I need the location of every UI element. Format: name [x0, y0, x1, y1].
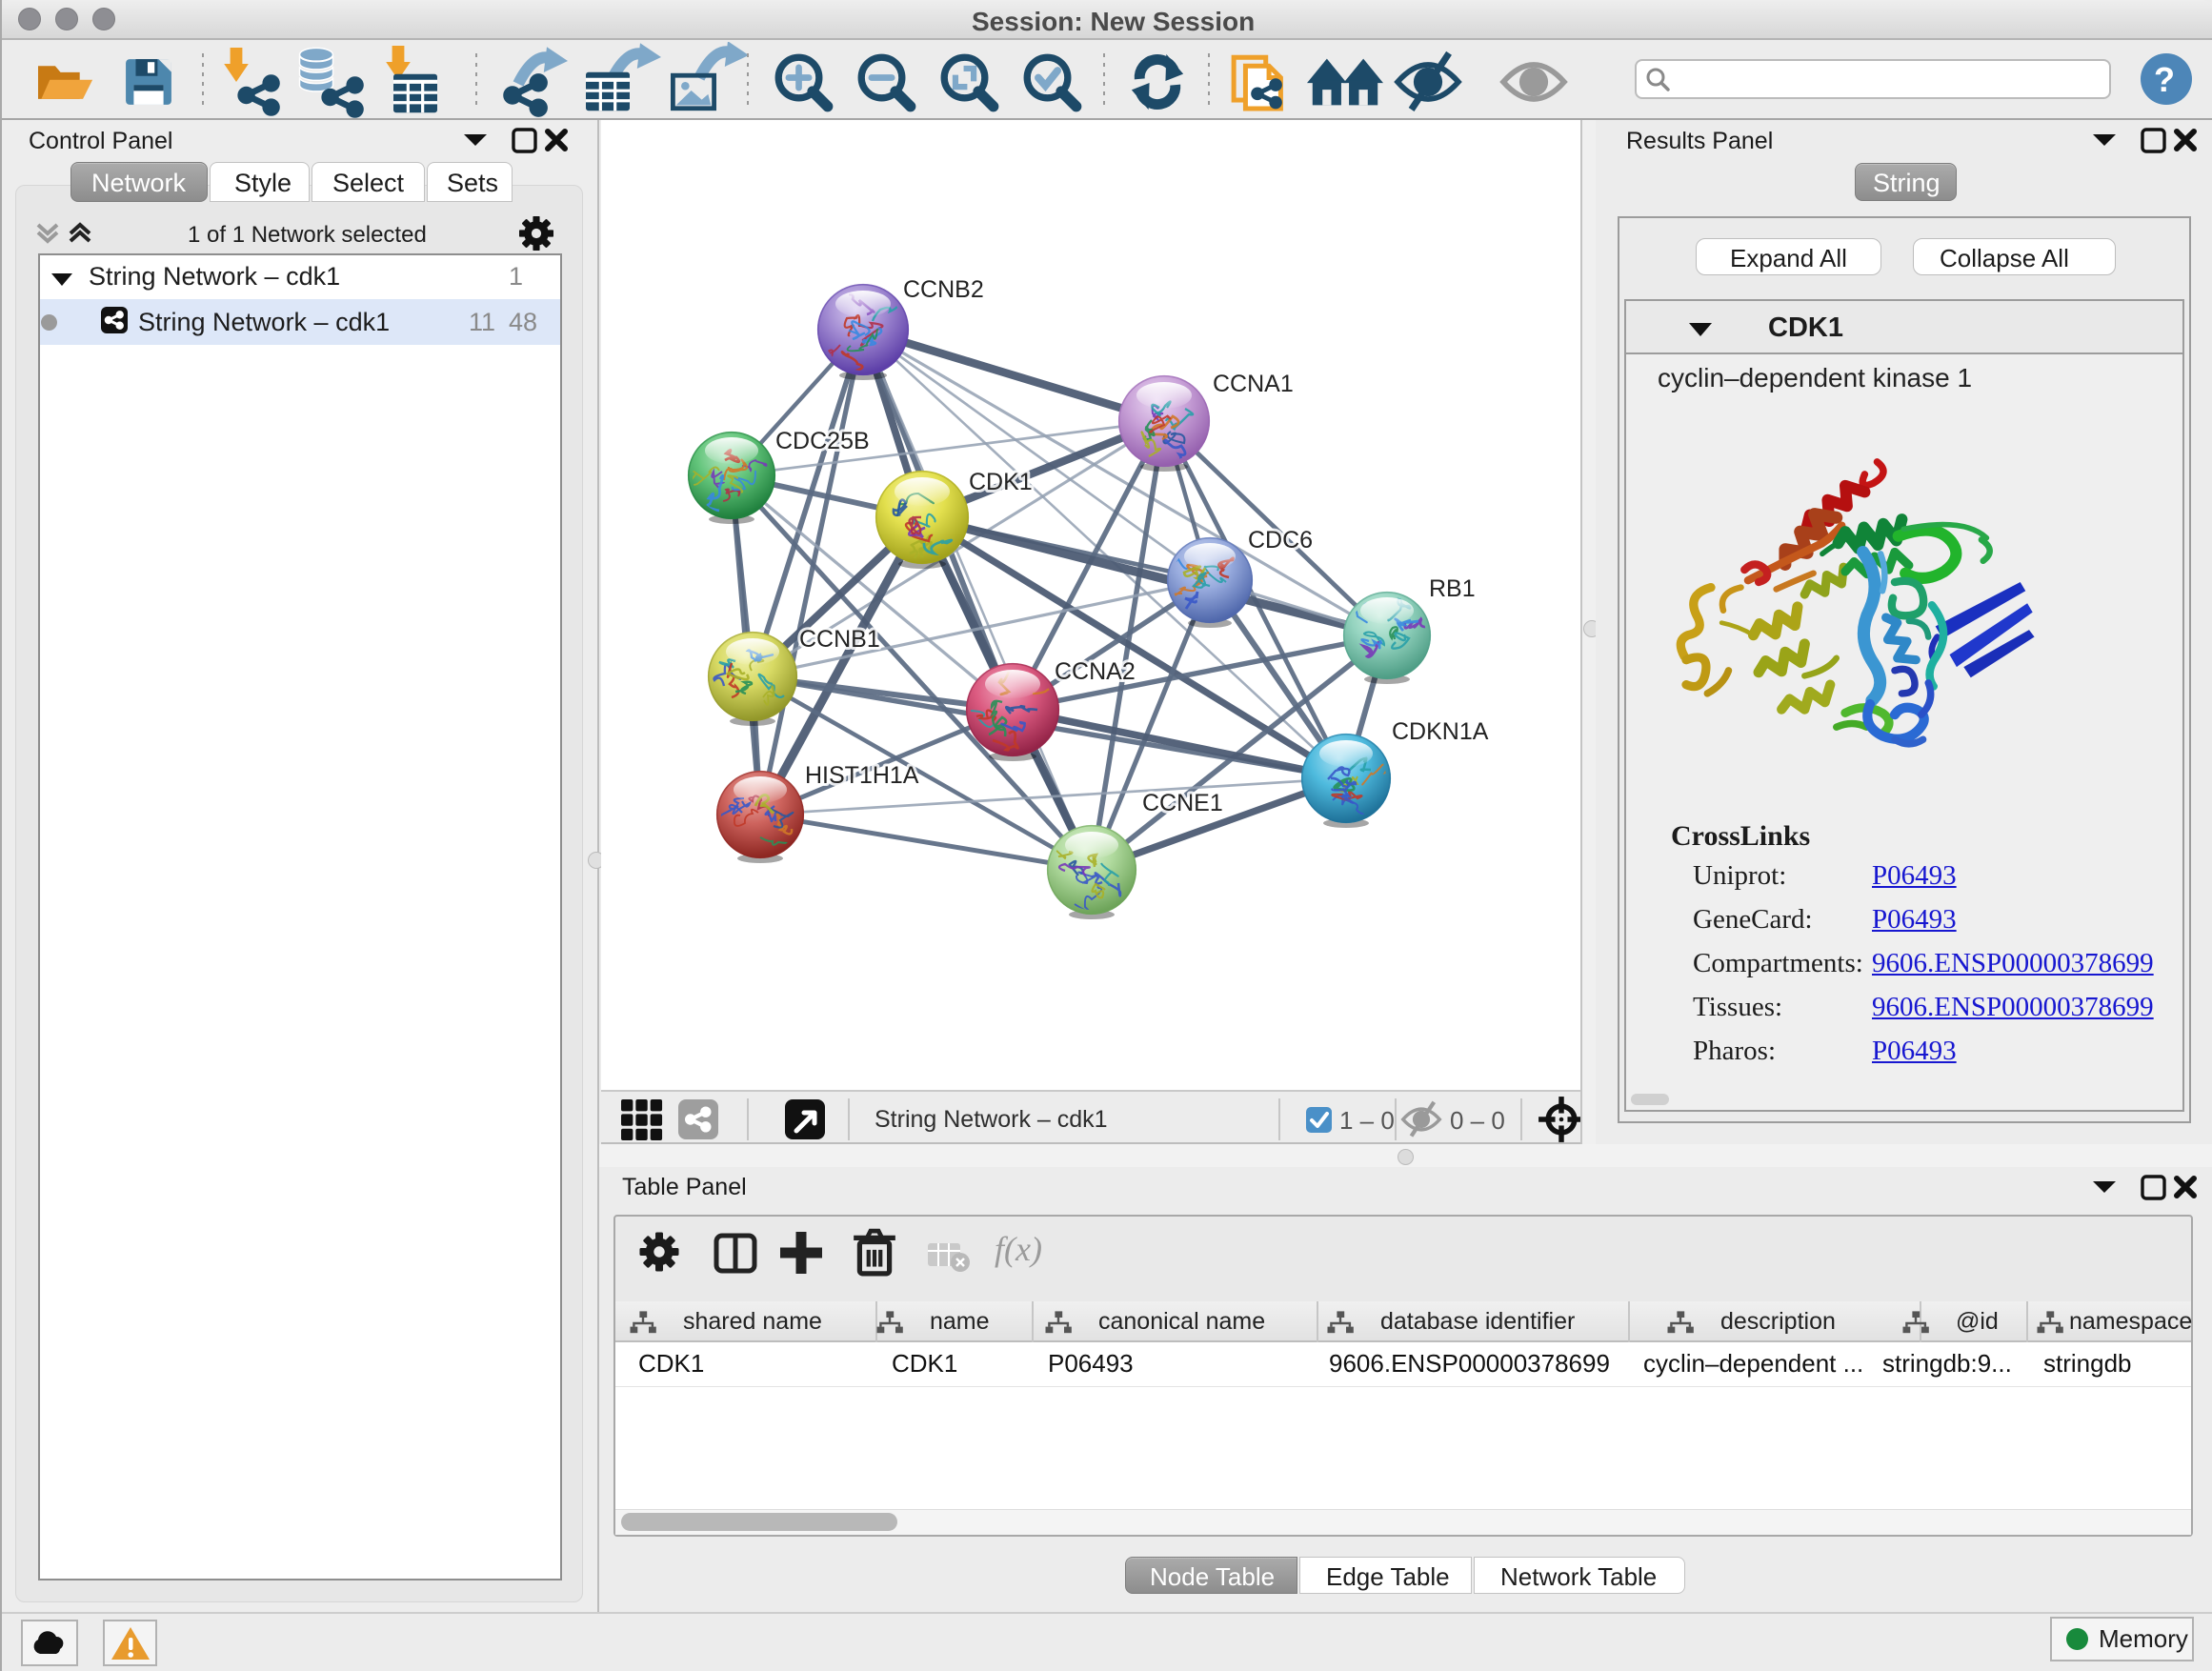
- svg-text:CCNA2: CCNA2: [1055, 658, 1136, 685]
- svg-text:CDC25B: CDC25B: [775, 428, 870, 454]
- svg-text:CDC6: CDC6: [1248, 527, 1313, 554]
- svg-text:CDK1: CDK1: [969, 469, 1033, 495]
- svg-text:CCNA1: CCNA1: [1213, 371, 1294, 397]
- svg-text:CCNB1: CCNB1: [799, 626, 880, 653]
- svg-text:RB1: RB1: [1429, 575, 1476, 602]
- svg-text:CCNB2: CCNB2: [903, 276, 984, 303]
- svg-text:CCNE1: CCNE1: [1142, 790, 1223, 816]
- svg-text:HIST1H1A: HIST1H1A: [805, 762, 919, 789]
- svg-text:CDKN1A: CDKN1A: [1392, 718, 1489, 745]
